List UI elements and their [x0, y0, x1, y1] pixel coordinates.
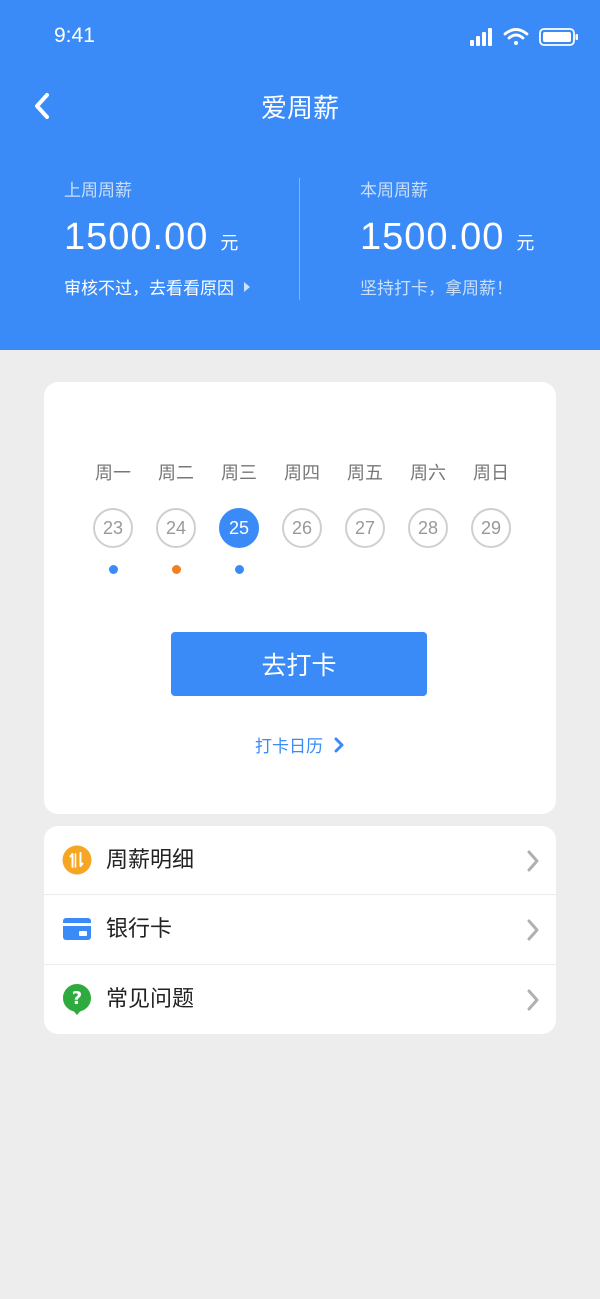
last-week-amount: 1500.00 — [64, 216, 209, 258]
last-week-unit: 元 — [220, 233, 239, 254]
day-name: 周二 — [158, 463, 194, 484]
signal-icon — [470, 28, 492, 46]
faq-icon: ? — [63, 984, 91, 1015]
day-date-selected[interactable]: 25 — [219, 508, 259, 548]
day-date[interactable]: 28 — [408, 508, 448, 548]
checkin-dot — [234, 565, 244, 574]
battery-icon — [539, 28, 578, 46]
chevron-right-icon — [527, 919, 539, 941]
chevron-right-icon — [527, 989, 539, 1011]
checkin-dot — [487, 565, 496, 574]
calendar-link-label: 打卡日历 — [255, 737, 323, 757]
bank-card-icon — [63, 918, 91, 940]
day-sat: 周六 28 — [406, 462, 450, 574]
checkin-card: 周一 23 周二 24 周三 25 周四 26 周五 27 周六 28 周日 2… — [44, 382, 556, 814]
day-date[interactable]: 26 — [282, 508, 322, 548]
review-failed-text: 审核不过，去看看原因 — [64, 279, 234, 299]
week-row: 周一 23 周二 24 周三 25 周四 26 周五 27 周六 28 周日 2… — [91, 462, 531, 582]
menu-label: 常见问题 — [106, 987, 195, 1012]
day-name: 周六 — [410, 463, 446, 484]
menu-label: 银行卡 — [106, 917, 173, 942]
day-date[interactable]: 27 — [345, 508, 385, 548]
checkin-dot — [108, 565, 118, 574]
this-week-note: 坚持打卡，拿周薪！ — [360, 279, 513, 299]
day-date[interactable]: 24 — [156, 508, 196, 548]
menu-item-salary-detail[interactable]: 周薪明细 — [44, 826, 556, 895]
menu-card: 周薪明细 银行卡 ? 常见问题 — [44, 826, 556, 1034]
page-title: 爱周薪 — [260, 94, 339, 124]
status-time: 9:41 — [54, 24, 95, 47]
menu-label: 周薪明细 — [106, 848, 195, 873]
day-fri: 周五 27 — [343, 462, 387, 574]
day-date[interactable]: 23 — [93, 508, 133, 548]
day-mon: 周一 23 — [91, 462, 135, 574]
last-week-label: 上周周薪 — [64, 181, 132, 201]
day-name: 周四 — [284, 463, 320, 484]
day-name: 周五 — [347, 463, 383, 484]
checkin-dot — [171, 565, 181, 574]
last-week-amount-row: 1500.00 元 — [64, 216, 250, 262]
header-divider — [299, 178, 300, 300]
day-name: 周三 — [221, 463, 257, 484]
chevron-right-icon — [527, 850, 539, 872]
checkin-calendar-link[interactable]: 打卡日历 — [44, 732, 556, 757]
wifi-icon — [503, 28, 529, 45]
checkin-dot — [424, 565, 433, 574]
checkin-button[interactable]: 去打卡 — [171, 632, 427, 696]
this-week-salary: 本周周薪 1500.00 元 坚持打卡，拿周薪！ — [360, 178, 534, 299]
checkin-dot — [361, 565, 370, 574]
triangle-right-icon — [244, 281, 250, 292]
chevron-right-icon — [334, 737, 344, 752]
svg-text:?: ? — [72, 988, 82, 1009]
this-week-label: 本周周薪 — [360, 181, 428, 201]
day-sun: 周日 29 — [469, 462, 513, 574]
day-thu: 周四 26 — [280, 462, 324, 574]
checkin-dot — [298, 565, 307, 574]
day-date[interactable]: 29 — [471, 508, 511, 548]
day-wed: 周三 25 — [217, 462, 261, 574]
last-week-salary: 上周周薪 1500.00 元 审核不过，去看看原因 — [64, 178, 250, 299]
day-name: 周日 — [473, 463, 509, 484]
header: 9:41 爱周薪 上周周薪 1500.00 元 审核不过，去看看原因 本周周薪 … — [0, 0, 600, 350]
review-failed-link[interactable]: 审核不过，去看看原因 — [64, 274, 250, 299]
status-icons — [470, 28, 578, 46]
salary-detail-icon — [62, 845, 92, 875]
this-week-amount: 1500.00 — [360, 216, 505, 258]
day-tue: 周二 24 — [154, 462, 198, 574]
menu-item-faq[interactable]: ? 常见问题 — [44, 965, 556, 1034]
this-week-unit: 元 — [516, 233, 535, 254]
this-week-amount-row: 1500.00 元 — [360, 216, 534, 262]
day-name: 周一 — [95, 463, 131, 484]
menu-item-bank-card[interactable]: 银行卡 — [44, 895, 556, 964]
